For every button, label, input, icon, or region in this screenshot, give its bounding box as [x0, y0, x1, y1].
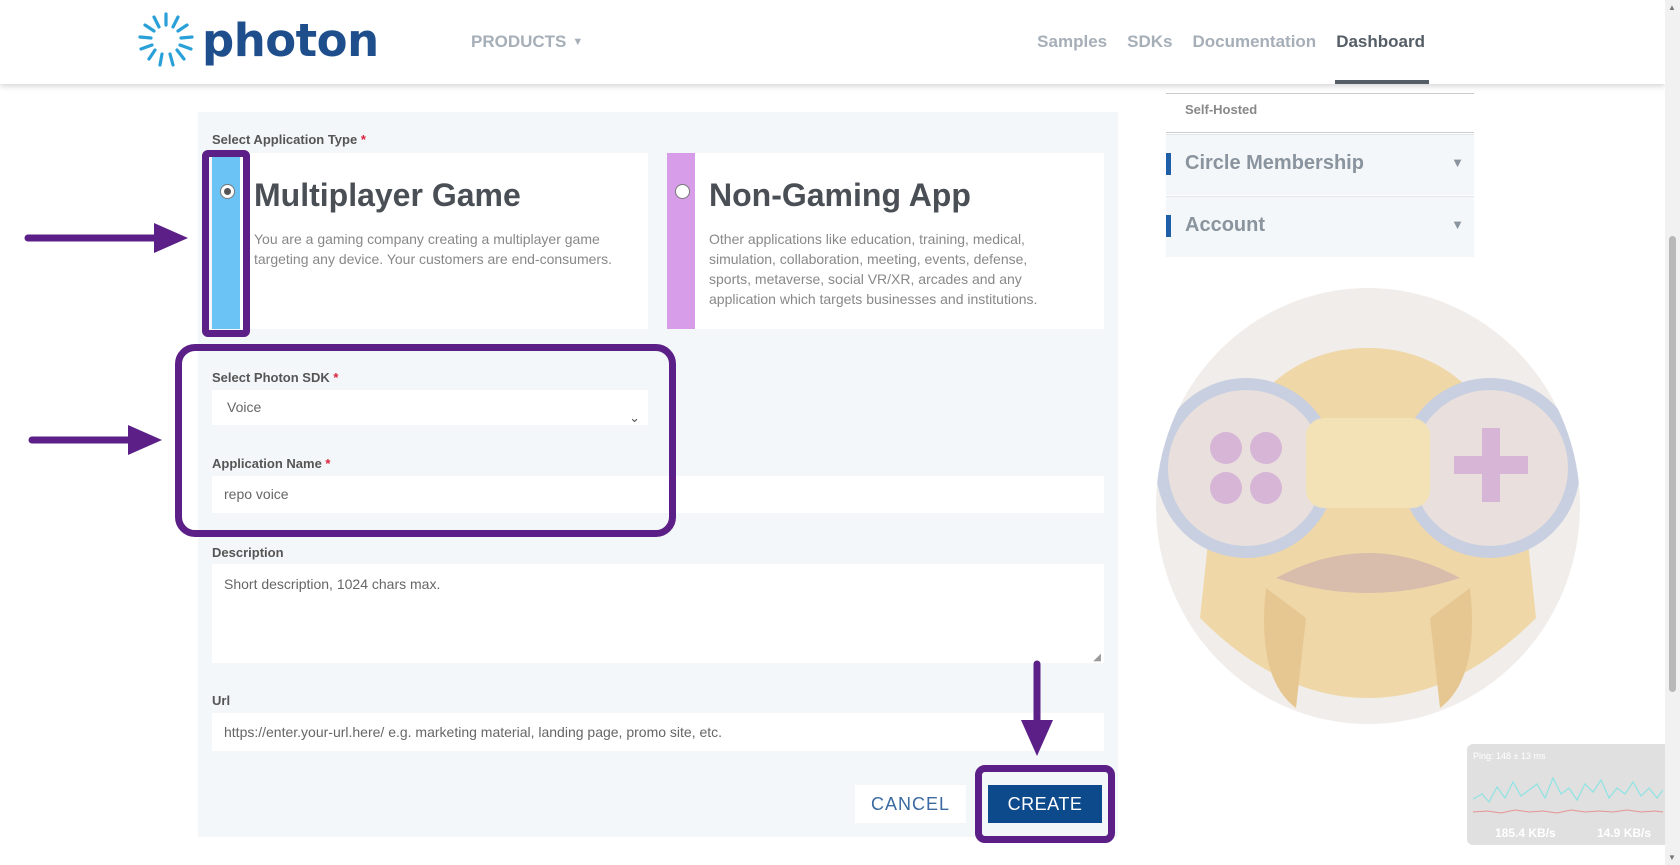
cancel-button[interactable]: CANCEL	[855, 785, 966, 823]
photon-logo[interactable]: photon	[138, 12, 379, 68]
nav-sdks[interactable]: SDKs	[1127, 32, 1172, 52]
scroll-up-icon[interactable]: ▲	[1668, 3, 1676, 12]
page-scrollbar[interactable]: ▲ ▼	[1665, 0, 1680, 865]
network-graph-lines	[1472, 776, 1664, 814]
logo-text: photon	[202, 13, 379, 67]
card-multiplayer-game[interactable]: Multiplayer Game You are a gaming compan…	[212, 153, 648, 329]
network-graph-overlay: Ping: 148 ± 13 ms 185.4 KB/s 14.9 KB/s	[1467, 744, 1669, 845]
card-title: Multiplayer Game	[254, 177, 521, 213]
sidebar-item-label: Circle Membership	[1185, 152, 1364, 174]
arrow-right-icon	[24, 223, 188, 253]
nav-dashboard[interactable]: Dashboard	[1335, 32, 1429, 84]
scrollbar-thumb[interactable]	[1669, 236, 1676, 692]
highlight-box-app-type	[202, 150, 250, 337]
nav-documentation[interactable]: Documentation	[1192, 32, 1316, 52]
url-label: Url	[212, 693, 231, 708]
app-type-label: Select Application Type *	[212, 132, 366, 147]
nav-samples[interactable]: Samples	[1037, 32, 1107, 52]
caret-down-icon: ▼	[572, 36, 584, 48]
resize-handle-icon[interactable]: ◢	[1093, 652, 1101, 663]
card-non-gaming-app[interactable]: Non-Gaming App Other applications like e…	[667, 153, 1104, 329]
top-nav: Samples SDKs Documentation Dashboard	[1037, 32, 1429, 84]
caret-down-icon: ▼	[1451, 217, 1464, 232]
card-stripe	[667, 153, 695, 329]
description-placeholder: Short description, 1024 chars max.	[224, 576, 441, 592]
top-header: photon PRODUCTS ▼ Samples SDKs Documenta…	[0, 0, 1665, 84]
accent-bar	[1166, 153, 1171, 175]
products-menu[interactable]: PRODUCTS ▼	[471, 32, 583, 52]
card-description: Other applications like education, train…	[709, 231, 1038, 307]
url-input[interactable]: https://enter.your-url.here/ e.g. market…	[212, 713, 1104, 751]
download-rate: 185.4 KB/s	[1495, 826, 1556, 840]
gamepad-mascot-image	[1156, 288, 1580, 724]
highlight-box-sdk-and-name	[175, 344, 676, 537]
app-type-label-text: Select Application Type	[212, 132, 358, 147]
divider	[1166, 93, 1474, 94]
divider	[1166, 132, 1474, 133]
photon-logo-icon	[138, 12, 194, 67]
required-mark: *	[360, 132, 366, 147]
description-textarea[interactable]: Short description, 1024 chars max. ◢	[212, 564, 1104, 663]
card-description: You are a gaming company creating a mult…	[254, 231, 612, 267]
arrow-down-icon	[1021, 660, 1053, 756]
description-label: Description	[212, 545, 284, 560]
accent-bar	[1166, 215, 1171, 237]
highlight-box-create	[975, 765, 1115, 843]
products-label: PRODUCTS	[471, 32, 567, 51]
sidebar-item-account[interactable]: Account ▼	[1166, 196, 1474, 257]
arrow-right-icon	[28, 425, 162, 455]
sidebar-item-circle-membership[interactable]: Circle Membership ▼	[1166, 134, 1474, 195]
radio-non-gaming-app[interactable]	[675, 184, 690, 199]
sidebar-item-label: Account	[1185, 214, 1265, 236]
sidebar-item-self-hosted[interactable]: Self-Hosted	[1185, 102, 1257, 117]
scroll-down-icon[interactable]: ▼	[1668, 853, 1676, 862]
upload-rate: 14.9 KB/s	[1597, 826, 1652, 840]
caret-down-icon: ▼	[1451, 155, 1464, 170]
card-title: Non-Gaming App	[709, 177, 971, 213]
